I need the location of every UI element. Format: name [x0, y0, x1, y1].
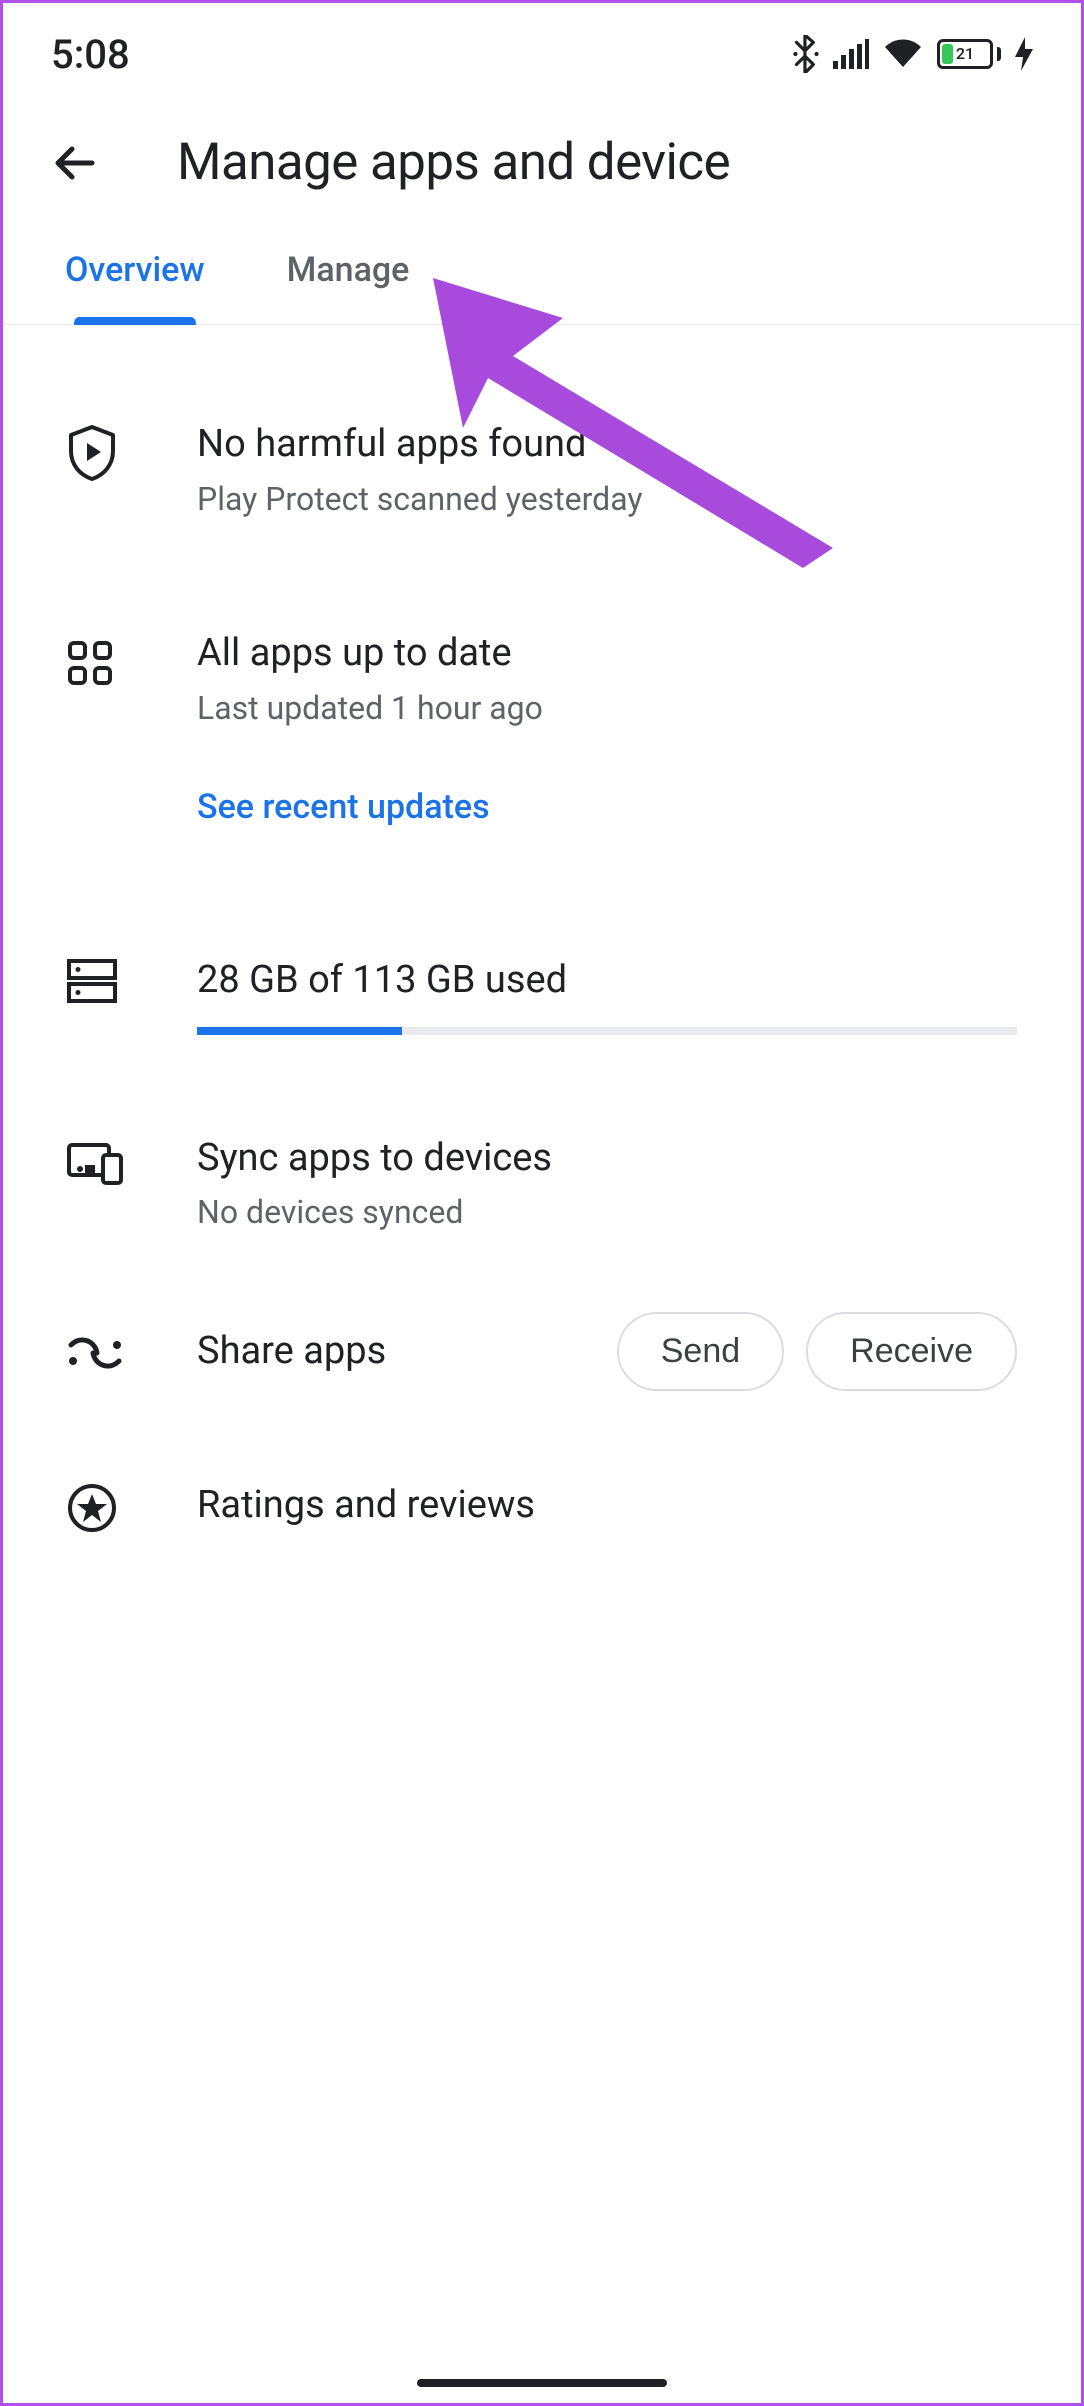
star-circle-icon — [67, 1483, 117, 1533]
play-protect-row[interactable]: No harmful apps found Play Protect scann… — [3, 421, 1081, 520]
tab-overview[interactable]: Overview — [65, 238, 205, 324]
share-label: Share apps — [197, 1329, 595, 1373]
sync-subtitle: No devices synced — [197, 1192, 1017, 1234]
tab-bar: Overview Manage — [3, 238, 1081, 325]
storage-title: 28 GB of 113 GB used — [197, 957, 1017, 1005]
tab-manage[interactable]: Manage — [287, 238, 410, 324]
ratings-title: Ratings and reviews — [197, 1482, 1017, 1530]
play-protect-title: No harmful apps found — [197, 421, 1017, 469]
page-title: Manage apps and device — [177, 133, 730, 192]
battery-percent: 21 — [940, 42, 990, 66]
battery-indicator: 21 — [937, 39, 1001, 69]
nearby-share-icon — [67, 1335, 123, 1371]
tab-active-indicator — [74, 317, 195, 325]
see-recent-updates-link[interactable]: See recent updates — [197, 787, 490, 827]
arrow-left-icon — [52, 139, 100, 187]
charging-icon — [1015, 37, 1033, 71]
updates-row[interactable]: All apps up to date Last updated 1 hour … — [3, 630, 1081, 827]
storage-progress-bar — [197, 1027, 1017, 1035]
receive-button[interactable]: Receive — [806, 1312, 1017, 1391]
shield-play-icon — [67, 425, 117, 481]
updates-subtitle: Last updated 1 hour ago — [197, 688, 1017, 730]
play-protect-subtitle: Play Protect scanned yesterday — [197, 479, 1017, 521]
gesture-nav-bar[interactable] — [417, 2379, 667, 2387]
overview-content: No harmful apps found Play Protect scann… — [3, 325, 1081, 1533]
sync-title: Sync apps to devices — [197, 1135, 1017, 1183]
status-time: 5:08 — [51, 31, 130, 78]
send-button[interactable]: Send — [617, 1312, 784, 1391]
sync-row[interactable]: Sync apps to devices No devices synced — [3, 1135, 1081, 1234]
tab-overview-label: Overview — [65, 250, 205, 290]
status-icons: 21 — [793, 35, 1033, 73]
app-header: Manage apps and device — [3, 93, 1081, 238]
storage-progress-fill — [197, 1027, 402, 1035]
wifi-icon — [883, 39, 923, 69]
storage-row[interactable]: 28 GB of 113 GB used — [3, 957, 1081, 1035]
share-row: Share apps Send Receive — [3, 1312, 1081, 1391]
back-button[interactable] — [51, 138, 101, 188]
cellular-signal-icon — [833, 39, 869, 69]
ratings-row[interactable]: Ratings and reviews — [3, 1479, 1081, 1533]
storage-icon — [67, 959, 117, 1003]
status-bar: 5:08 21 — [3, 3, 1081, 93]
apps-grid-icon — [67, 640, 113, 686]
updates-title: All apps up to date — [197, 630, 1017, 678]
devices-icon — [67, 1141, 123, 1185]
bluetooth-icon — [793, 35, 819, 73]
